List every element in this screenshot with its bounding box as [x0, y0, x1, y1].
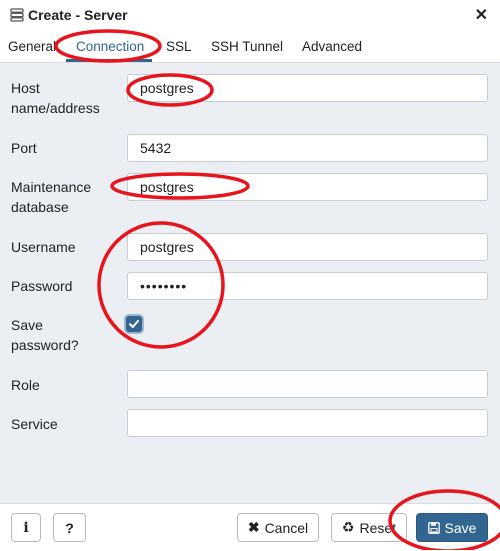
port-label: Port	[11, 140, 37, 156]
close-icon: ✖	[247, 519, 260, 535]
close-icon[interactable]: ✕	[475, 7, 488, 25]
maintenance-db-label-line2: database	[11, 199, 69, 215]
check-icon	[129, 320, 139, 328]
save-password-checkbox[interactable]	[126, 316, 142, 332]
help-button[interactable]: ?	[53, 513, 86, 542]
dialog-titlebar: Create - Server ✕	[0, 0, 500, 33]
dialog-footer: i ? ✖ Cancel ♻ Reset Save	[0, 503, 500, 551]
service-input[interactable]	[127, 409, 488, 437]
host-input[interactable]	[127, 74, 488, 102]
dialog-title: Create - Server	[28, 7, 128, 23]
recycle-icon: ♻	[341, 519, 355, 535]
tab-advanced[interactable]: Advanced	[302, 39, 362, 54]
role-label: Role	[11, 377, 40, 393]
role-input[interactable]	[127, 370, 488, 398]
tab-ssh-tunnel[interactable]: SSH Tunnel	[211, 39, 283, 54]
floppy-disk-icon	[427, 521, 440, 534]
maintenance-db-input[interactable]	[127, 173, 488, 201]
info-button[interactable]: i	[11, 513, 41, 542]
password-input[interactable]	[127, 272, 488, 300]
username-input[interactable]	[127, 233, 488, 261]
reset-button[interactable]: ♻ Reset	[331, 513, 407, 542]
tab-general[interactable]: General	[8, 39, 56, 54]
tab-ssl[interactable]: SSL	[166, 39, 192, 54]
cancel-label: Cancel	[264, 519, 309, 536]
save-label: Save	[444, 519, 477, 536]
cancel-button[interactable]: ✖ Cancel	[237, 513, 319, 542]
host-label-line2: name/address	[11, 100, 100, 116]
tab-connection[interactable]: Connection	[76, 39, 144, 54]
maintenance-db-label-line1: Maintenance	[11, 179, 92, 195]
host-label-line1: Host	[11, 80, 40, 96]
port-input[interactable]	[127, 134, 488, 162]
help-icon: ?	[65, 519, 74, 536]
service-label: Service	[11, 416, 58, 432]
password-label: Password	[11, 278, 73, 294]
info-icon: i	[23, 519, 29, 536]
save-password-label-line1: Save	[11, 317, 43, 333]
active-tab-indicator	[66, 59, 152, 62]
username-label: Username	[11, 239, 76, 255]
save-button[interactable]: Save	[416, 513, 488, 542]
reset-label: Reset	[359, 519, 397, 536]
save-password-label-line2: password?	[11, 337, 79, 353]
server-icon	[10, 8, 24, 22]
